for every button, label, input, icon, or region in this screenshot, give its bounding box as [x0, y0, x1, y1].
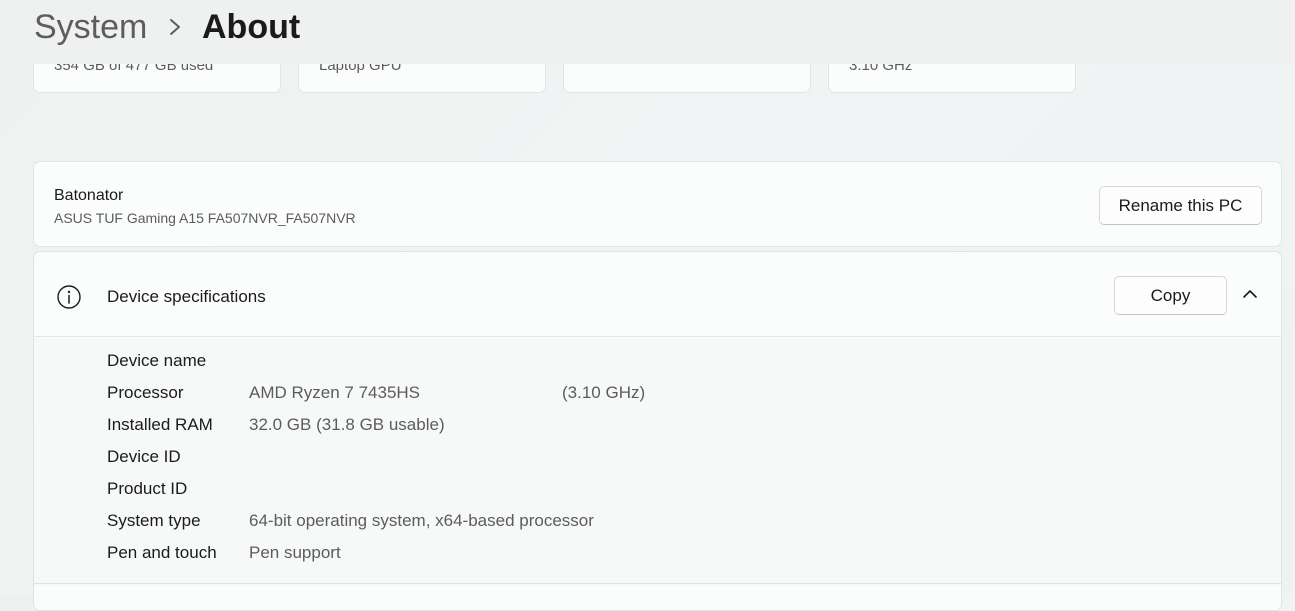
chevron-up-icon[interactable]	[1240, 286, 1260, 302]
spec-value: 32.0 GB (31.8 GB usable)	[249, 415, 445, 434]
chevron-right-icon	[170, 19, 180, 35]
divider	[34, 583, 1281, 584]
processor-speed: (3.10 GHz)	[562, 383, 646, 402]
spec-label: Product ID	[107, 479, 188, 498]
device-specifications-header[interactable]: Device specifications Copy	[34, 252, 1281, 337]
page-header: System About	[0, 0, 1295, 64]
spec-label: Processor	[107, 383, 184, 402]
breadcrumb-about: About	[202, 8, 301, 46]
copy-button[interactable]: Copy	[1114, 276, 1227, 315]
spec-label: Device ID	[107, 447, 181, 466]
spec-value: 64-bit operating system, x64-based proce…	[249, 511, 594, 530]
spec-value: Pen support	[249, 543, 341, 562]
spec-label: Device name	[107, 351, 207, 370]
device-specifications-card: Device specifications Copy Device name P…	[33, 251, 1282, 611]
info-icon	[57, 285, 81, 309]
pc-model: ASUS TUF Gaming A15 FA507NVR_FA507NVR	[54, 210, 356, 226]
device-specifications-title: Device specifications	[107, 287, 266, 306]
spec-label: Installed RAM	[107, 415, 213, 434]
device-specifications-body: Device name Processor AMD Ryzen 7 7435HS…	[34, 338, 1281, 586]
spec-value: AMD Ryzen 7 7435HS	[249, 383, 421, 402]
spec-label: Pen and touch	[107, 543, 217, 562]
spec-label: System type	[107, 511, 201, 530]
pc-name-card: Batonator ASUS TUF Gaming A15 FA507NVR_F…	[33, 161, 1282, 247]
breadcrumb-system[interactable]: System	[34, 6, 147, 48]
pc-name: Batonator	[54, 187, 124, 204]
rename-pc-button[interactable]: Rename this PC	[1099, 186, 1262, 225]
